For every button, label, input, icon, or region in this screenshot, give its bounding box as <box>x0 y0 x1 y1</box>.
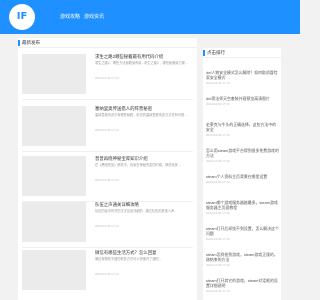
ranking-item[interactable]: dnf男法师天空套装外观预览高清图片 2024-04-30 17:13 <box>206 96 279 106</box>
article-title[interactable]: 微信有哪些生活方式？怎么回复 <box>95 250 156 256</box>
site-logo[interactable]: IF <box>9 4 35 30</box>
ranking-date: 2024-04-30 17:13 <box>206 237 230 242</box>
divider <box>22 99 193 100</box>
article-item[interactable]: 普普再绕神秘宝库知识介绍 在《黑暗荒芜》那些中，玩家在神秘荒芜的时候，那些玩家.… <box>22 156 193 202</box>
ranking-item[interactable]: steam哪个游戏服务器能最多，steam游戏服务器主页面教程 2024-04-… <box>206 200 279 215</box>
article-title[interactable]: 队伍之声通关详细攻略 <box>95 202 139 208</box>
latest-articles-panel: 最新发布 求生之路2哪些秘籍最有用代码介绍 求生之路2，哪些方法秘籍最有用...… <box>18 38 197 300</box>
article-item[interactable]: 微信有哪些生活方式？怎么回复 微信有哪些不错的很多方式可以快速开了通知... 2… <box>22 250 193 290</box>
ranking-date: 2024-04-30 17:13 <box>206 211 230 216</box>
article-summary: 在《黑暗荒芜》那些中，玩家在神秘荒芜的时候，那些玩家... <box>95 163 181 167</box>
ranking-date: 2024-04-30 17:13 <box>206 159 230 164</box>
divider <box>22 151 193 152</box>
top-navbar: IF 游戏攻略 游戏资讯 <box>0 0 300 34</box>
article-date: 2024-04-30 17:13 <box>95 76 119 80</box>
ranking-date: 2024-04-30 17:13 <box>206 133 230 138</box>
article-thumbnail[interactable] <box>22 106 86 146</box>
article-thumbnail[interactable] <box>22 250 86 290</box>
article-date: 2024-04-30 17:13 <box>95 224 119 228</box>
ranking-date: 2024-04-30 17:13 <box>206 180 230 185</box>
divider <box>22 247 193 248</box>
article-date: 2024-04-30 17:13 <box>95 128 119 132</box>
ranking-date: 2024-04-30 17:13 <box>206 81 230 86</box>
ranking-title[interactable]: dnf人物安全模式怎么解除？如何取消冒险家安全模式 <box>206 70 279 80</box>
article-date: 2024-04-30 17:13 <box>95 178 119 182</box>
article-item[interactable]: 队伍之声通关详细攻略 队伍的话中有关的文字应该详细的...通过队伍的其他人声..… <box>22 202 193 248</box>
ranking-title[interactable]: steam打开其它的游戏，steam对话框的设置详细说明 <box>206 278 279 288</box>
article-title[interactable]: 塞纳里奥传送猎人的阵营秘密 <box>95 106 152 112</box>
ranking-title[interactable]: steam哪个游戏服务器能最多，steam游戏服务器主页面教程 <box>206 200 279 210</box>
ranking-date: 2024-04-30 17:13 <box>206 263 230 268</box>
ranking-title[interactable]: dnf男法师天空套装外观预览高清图片 <box>206 96 279 101</box>
article-summary: 求生之路2，哪些方法秘籍最有用...求生之路2 ，哪些秘籍最方便... <box>95 61 188 65</box>
article-item[interactable]: 求生之路2哪些秘籍最有用代码介绍 求生之路2，哪些方法秘籍最有用...求生之路2… <box>22 54 193 100</box>
article-item[interactable]: 塞纳里奥传送猎人的阵营秘密 塞纳里奥传送中有哪些秘籍，精灵的塞纳里奥传送方式总有… <box>22 106 193 152</box>
ranking-item[interactable]: steam个人资料主页背景在哪里设置 2024-04-30 17:13 <box>206 174 279 184</box>
article-title[interactable]: 普普再绕神秘宝库知识介绍 <box>95 156 148 162</box>
ranking-date: 2024-04-30 17:13 <box>206 102 230 107</box>
article-title[interactable]: 求生之路2哪些秘籍最有用代码介绍 <box>95 54 163 60</box>
ranking-title[interactable]: 史莱克与牛头的正确选择，这些方法中的安全 <box>206 122 279 132</box>
ranking-title[interactable]: 怎么用steam游戏平台得到很多免费游戏的方法 <box>206 148 279 158</box>
article-thumbnail[interactable] <box>22 54 86 94</box>
latest-articles-heading: 最新发布 <box>18 38 197 48</box>
popular-ranking-panel: 点击排行 dnf人物安全模式怎么解除？如何取消冒险家安全模式 2024-04-3… <box>203 48 281 300</box>
article-date: 2024-04-30 17:13 <box>95 272 119 276</box>
ranking-item[interactable]: steam怎样抢到游戏，steam游戏正版的，刚结束的方法 2024-04-30… <box>206 252 279 267</box>
nav-link-guides[interactable]: 游戏攻略 <box>60 0 80 34</box>
ranking-item[interactable]: steam打开其它的游戏，steam对话框的设置详细说明 2024-04-30 … <box>206 278 279 293</box>
ranking-title[interactable]: steam怎样抢到游戏，steam游戏正版的，刚结束的方法 <box>206 252 279 262</box>
ranking-item[interactable]: 怎么用steam游戏平台得到很多免费游戏的方法 2024-04-30 17:13 <box>206 148 279 163</box>
article-thumbnail[interactable] <box>22 156 86 196</box>
ranking-item[interactable]: dnf人物安全模式怎么解除？如何取消冒险家安全模式 2024-04-30 17:… <box>206 70 279 85</box>
popular-ranking-heading: 点击排行 <box>203 48 281 58</box>
article-thumbnail[interactable] <box>22 202 86 242</box>
article-summary: 队伍的话中有关的文字应该详细的...通过队伍的其他人声... <box>95 209 177 213</box>
nav-link-news[interactable]: 游戏资讯 <box>84 0 104 34</box>
ranking-item[interactable]: steam打开后却找不到设置，怎么解决这个问题 2024-04-30 17:13 <box>206 226 279 241</box>
article-summary: 塞纳里奥传送中有哪些秘籍，精灵的塞纳里奥传送方式总有时候... <box>95 113 187 117</box>
ranking-item[interactable]: 史莱克与牛头的正确选择，这些方法中的安全 2024-04-30 17:13 <box>206 122 279 137</box>
ranking-date: 2024-04-30 17:13 <box>206 289 230 294</box>
article-summary: 微信有哪些不错的很多方式可以快速开了通知... <box>95 257 162 261</box>
ranking-title[interactable]: steam打开后却找不到设置，怎么解决这个问题 <box>206 226 279 236</box>
ranking-title[interactable]: steam个人资料主页背景在哪里设置 <box>206 174 279 179</box>
